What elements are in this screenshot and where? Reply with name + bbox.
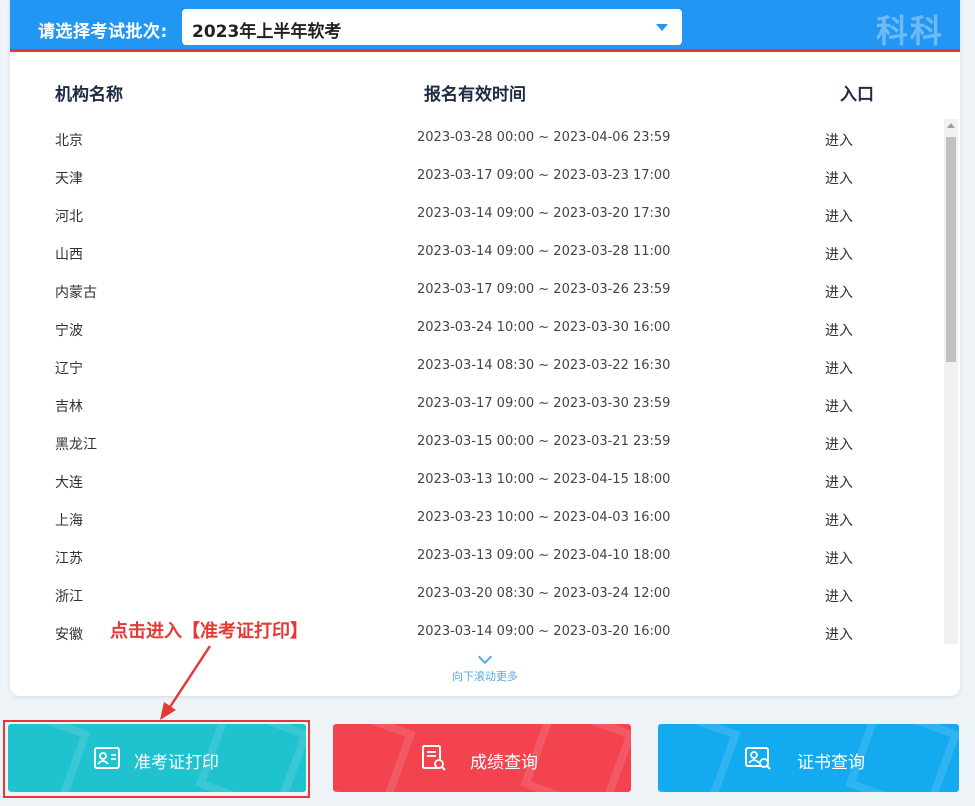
button-decoration — [333, 724, 416, 792]
enter-link[interactable]: 进入 — [825, 244, 853, 264]
button-decoration — [8, 724, 91, 792]
annotation-arrow-icon — [160, 645, 212, 720]
score-query-button[interactable]: 成绩查询 — [333, 724, 631, 792]
enter-link[interactable]: 进入 — [825, 130, 853, 150]
registration-time: 2023-03-14 09:00 ~ 2023-03-28 11:00 — [417, 244, 671, 259]
scroll-more-hint[interactable]: 向下滚动更多 — [430, 649, 540, 684]
scroll-up-arrow-icon[interactable] — [947, 123, 955, 128]
institution-name: 黑龙江 — [55, 437, 97, 453]
enter-link[interactable]: 进入 — [825, 434, 853, 454]
enter-link[interactable]: 进入 — [825, 510, 853, 530]
table-row: 大连 2023-03-13 10:00 ~ 2023-04-15 18:00 进入 — [10, 462, 940, 500]
table-row: 天津 2023-03-17 09:00 ~ 2023-03-23 17:00 进入 — [10, 158, 940, 196]
chevron-down-icon[interactable] — [656, 24, 668, 31]
registration-panel: 请选择考试批次: 2023年上半年软考 科科过 机构名称 报名有效时间 入口 北… — [10, 0, 960, 696]
batch-select-label: 请选择考试批次: — [38, 22, 168, 42]
registration-time: 2023-03-17 09:00 ~ 2023-03-23 17:00 — [417, 168, 671, 183]
enter-link[interactable]: 进入 — [825, 168, 853, 188]
enter-link[interactable]: 进入 — [825, 396, 853, 416]
scrollbar[interactable] — [944, 119, 958, 644]
admit-card-print-button[interactable]: 准考证打印 — [8, 724, 306, 792]
institution-name: 吉林 — [55, 399, 83, 415]
table-row: 辽宁 2023-03-14 08:30 ~ 2023-03-22 16:30 进入 — [10, 348, 940, 386]
chevron-down-icon — [477, 649, 493, 665]
institution-name: 宁波 — [55, 323, 83, 339]
enter-link[interactable]: 进入 — [825, 206, 853, 226]
enter-link[interactable]: 进入 — [825, 320, 853, 340]
institution-name: 江苏 — [55, 551, 83, 567]
registration-time: 2023-03-15 00:00 ~ 2023-03-21 23:59 — [417, 434, 671, 449]
registration-time: 2023-03-20 08:30 ~ 2023-03-24 12:00 — [417, 586, 671, 601]
column-header-entry: 入口 — [840, 85, 874, 105]
table-row: 北京 2023-03-28 00:00 ~ 2023-04-06 23:59 进入 — [10, 120, 940, 158]
institution-name: 河北 — [55, 209, 83, 225]
registration-time: 2023-03-23 10:00 ~ 2023-04-03 16:00 — [417, 510, 671, 525]
registration-time: 2023-03-13 10:00 ~ 2023-04-15 18:00 — [417, 472, 671, 487]
institution-name: 内蒙古 — [55, 285, 97, 301]
table-row: 内蒙古 2023-03-17 09:00 ~ 2023-03-26 23:59 进入 — [10, 272, 940, 310]
batch-selector-bar: 请选择考试批次: 2023年上半年软考 科科过 — [10, 0, 960, 96]
certificate-search-icon — [745, 747, 771, 770]
table-row: 黑龙江 2023-03-15 00:00 ~ 2023-03-21 23:59 进入 — [10, 424, 940, 462]
enter-link[interactable]: 进入 — [825, 586, 853, 606]
button-decoration — [658, 724, 741, 792]
table-row: 河北 2023-03-14 09:00 ~ 2023-03-20 17:30 进入 — [10, 196, 940, 234]
institution-name: 上海 — [55, 513, 83, 529]
scroll-more-text: 向下滚动更多 — [452, 670, 518, 683]
institution-list[interactable]: 北京 2023-03-28 00:00 ~ 2023-04-06 23:59 进入天… — [10, 120, 940, 648]
registration-time: 2023-03-17 09:00 ~ 2023-03-26 23:59 — [417, 282, 671, 297]
registration-time: 2023-03-14 08:30 ~ 2023-03-22 16:30 — [417, 358, 671, 373]
column-header-institution: 机构名称 — [55, 85, 123, 105]
table-row: 上海 2023-03-23 10:00 ~ 2023-04-03 16:00 进入 — [10, 500, 940, 538]
registration-time: 2023-03-14 09:00 ~ 2023-03-20 16:00 — [417, 624, 671, 639]
score-query-label: 成绩查询 — [470, 753, 538, 773]
table-header: 机构名称 报名有效时间 入口 — [10, 80, 960, 105]
column-header-registration-time: 报名有效时间 — [424, 85, 526, 105]
institution-name: 山西 — [55, 247, 83, 263]
table-row: 江苏 2023-03-13 09:00 ~ 2023-04-10 18:00 进入 — [10, 538, 940, 576]
id-card-icon — [94, 747, 120, 769]
registration-time: 2023-03-17 09:00 ~ 2023-03-30 23:59 — [417, 396, 671, 411]
enter-link[interactable]: 进入 — [825, 282, 853, 302]
registration-time: 2023-03-28 00:00 ~ 2023-04-06 23:59 — [417, 130, 671, 145]
scrollbar-thumb[interactable] — [946, 137, 956, 362]
institution-name: 北京 — [55, 133, 83, 149]
table-row: 吉林 2023-03-17 09:00 ~ 2023-03-30 23:59 进入 — [10, 386, 940, 424]
enter-link[interactable]: 进入 — [825, 548, 853, 568]
batch-select-value: 2023年上半年软考 — [192, 22, 342, 42]
batch-select[interactable]: 2023年上半年软考 — [182, 9, 682, 45]
enter-link[interactable]: 进入 — [825, 358, 853, 378]
registration-time: 2023-03-13 09:00 ~ 2023-04-10 18:00 — [417, 548, 671, 563]
table-row: 宁波 2023-03-24 10:00 ~ 2023-03-30 16:00 进入 — [10, 310, 940, 348]
institution-name: 浙江 — [55, 589, 83, 605]
document-search-icon — [422, 745, 446, 771]
admit-card-print-label: 准考证打印 — [134, 753, 219, 773]
table-row: 山西 2023-03-14 09:00 ~ 2023-03-28 11:00 进入 — [10, 234, 940, 272]
registration-time: 2023-03-24 10:00 ~ 2023-03-30 16:00 — [417, 320, 671, 335]
certificate-query-button[interactable]: 证书查询 — [658, 724, 959, 792]
institution-name: 安徽 — [55, 627, 83, 643]
registration-time: 2023-03-14 09:00 ~ 2023-03-20 17:30 — [417, 206, 671, 221]
institution-name: 辽宁 — [55, 361, 83, 377]
table-row: 浙江 2023-03-20 08:30 ~ 2023-03-24 12:00 进入 — [10, 576, 940, 614]
certificate-query-label: 证书查询 — [797, 753, 865, 773]
enter-link[interactable]: 进入 — [825, 624, 853, 644]
enter-link[interactable]: 进入 — [825, 472, 853, 492]
institution-name: 天津 — [55, 171, 83, 187]
institution-name: 大连 — [55, 475, 83, 491]
